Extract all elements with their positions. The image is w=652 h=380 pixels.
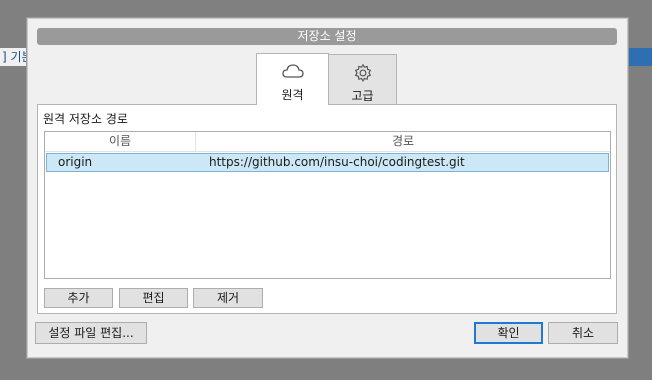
background-app-bar-right xyxy=(627,48,652,66)
dialog-title[interactable]: 저장소 설정 xyxy=(37,28,617,45)
remote-list[interactable]: 이름 경로 origin https://github.com/insu-cho… xyxy=(44,131,611,279)
ok-button[interactable]: 확인 xyxy=(474,322,543,344)
tab-remote[interactable]: 원격 xyxy=(256,53,329,105)
panel-title: 원격 저장소 경로 xyxy=(43,112,128,126)
tab-advanced-label: 고급 xyxy=(351,89,374,103)
edit-button[interactable]: 편집 xyxy=(119,288,188,308)
edit-config-button[interactable]: 설정 파일 편집... xyxy=(35,322,147,344)
background-bottom xyxy=(0,358,652,380)
remote-path: https://github.com/insu-choi/codingtest.… xyxy=(209,155,465,169)
column-header-name[interactable]: 이름 xyxy=(45,132,196,151)
add-button[interactable]: 추가 xyxy=(44,288,113,308)
table-row[interactable]: origin https://github.com/insu-choi/codi… xyxy=(46,153,609,172)
remote-panel: 원격 저장소 경로 이름 경로 origin https://github.co… xyxy=(37,104,617,314)
repository-settings-dialog: 저장소 설정 원격 고급 원격 저장소 경로 이름 경로 origin http… xyxy=(27,18,628,358)
tab-remote-label: 원격 xyxy=(281,88,304,102)
column-header-path[interactable]: 경로 xyxy=(196,132,610,151)
remove-button[interactable]: 제거 xyxy=(193,288,263,308)
remote-name: origin xyxy=(58,155,93,169)
cancel-button[interactable]: 취소 xyxy=(548,322,618,344)
cloud-icon xyxy=(281,64,304,78)
list-header: 이름 경로 xyxy=(45,132,610,152)
tab-advanced[interactable]: 고급 xyxy=(328,54,397,104)
gear-icon xyxy=(354,63,371,82)
